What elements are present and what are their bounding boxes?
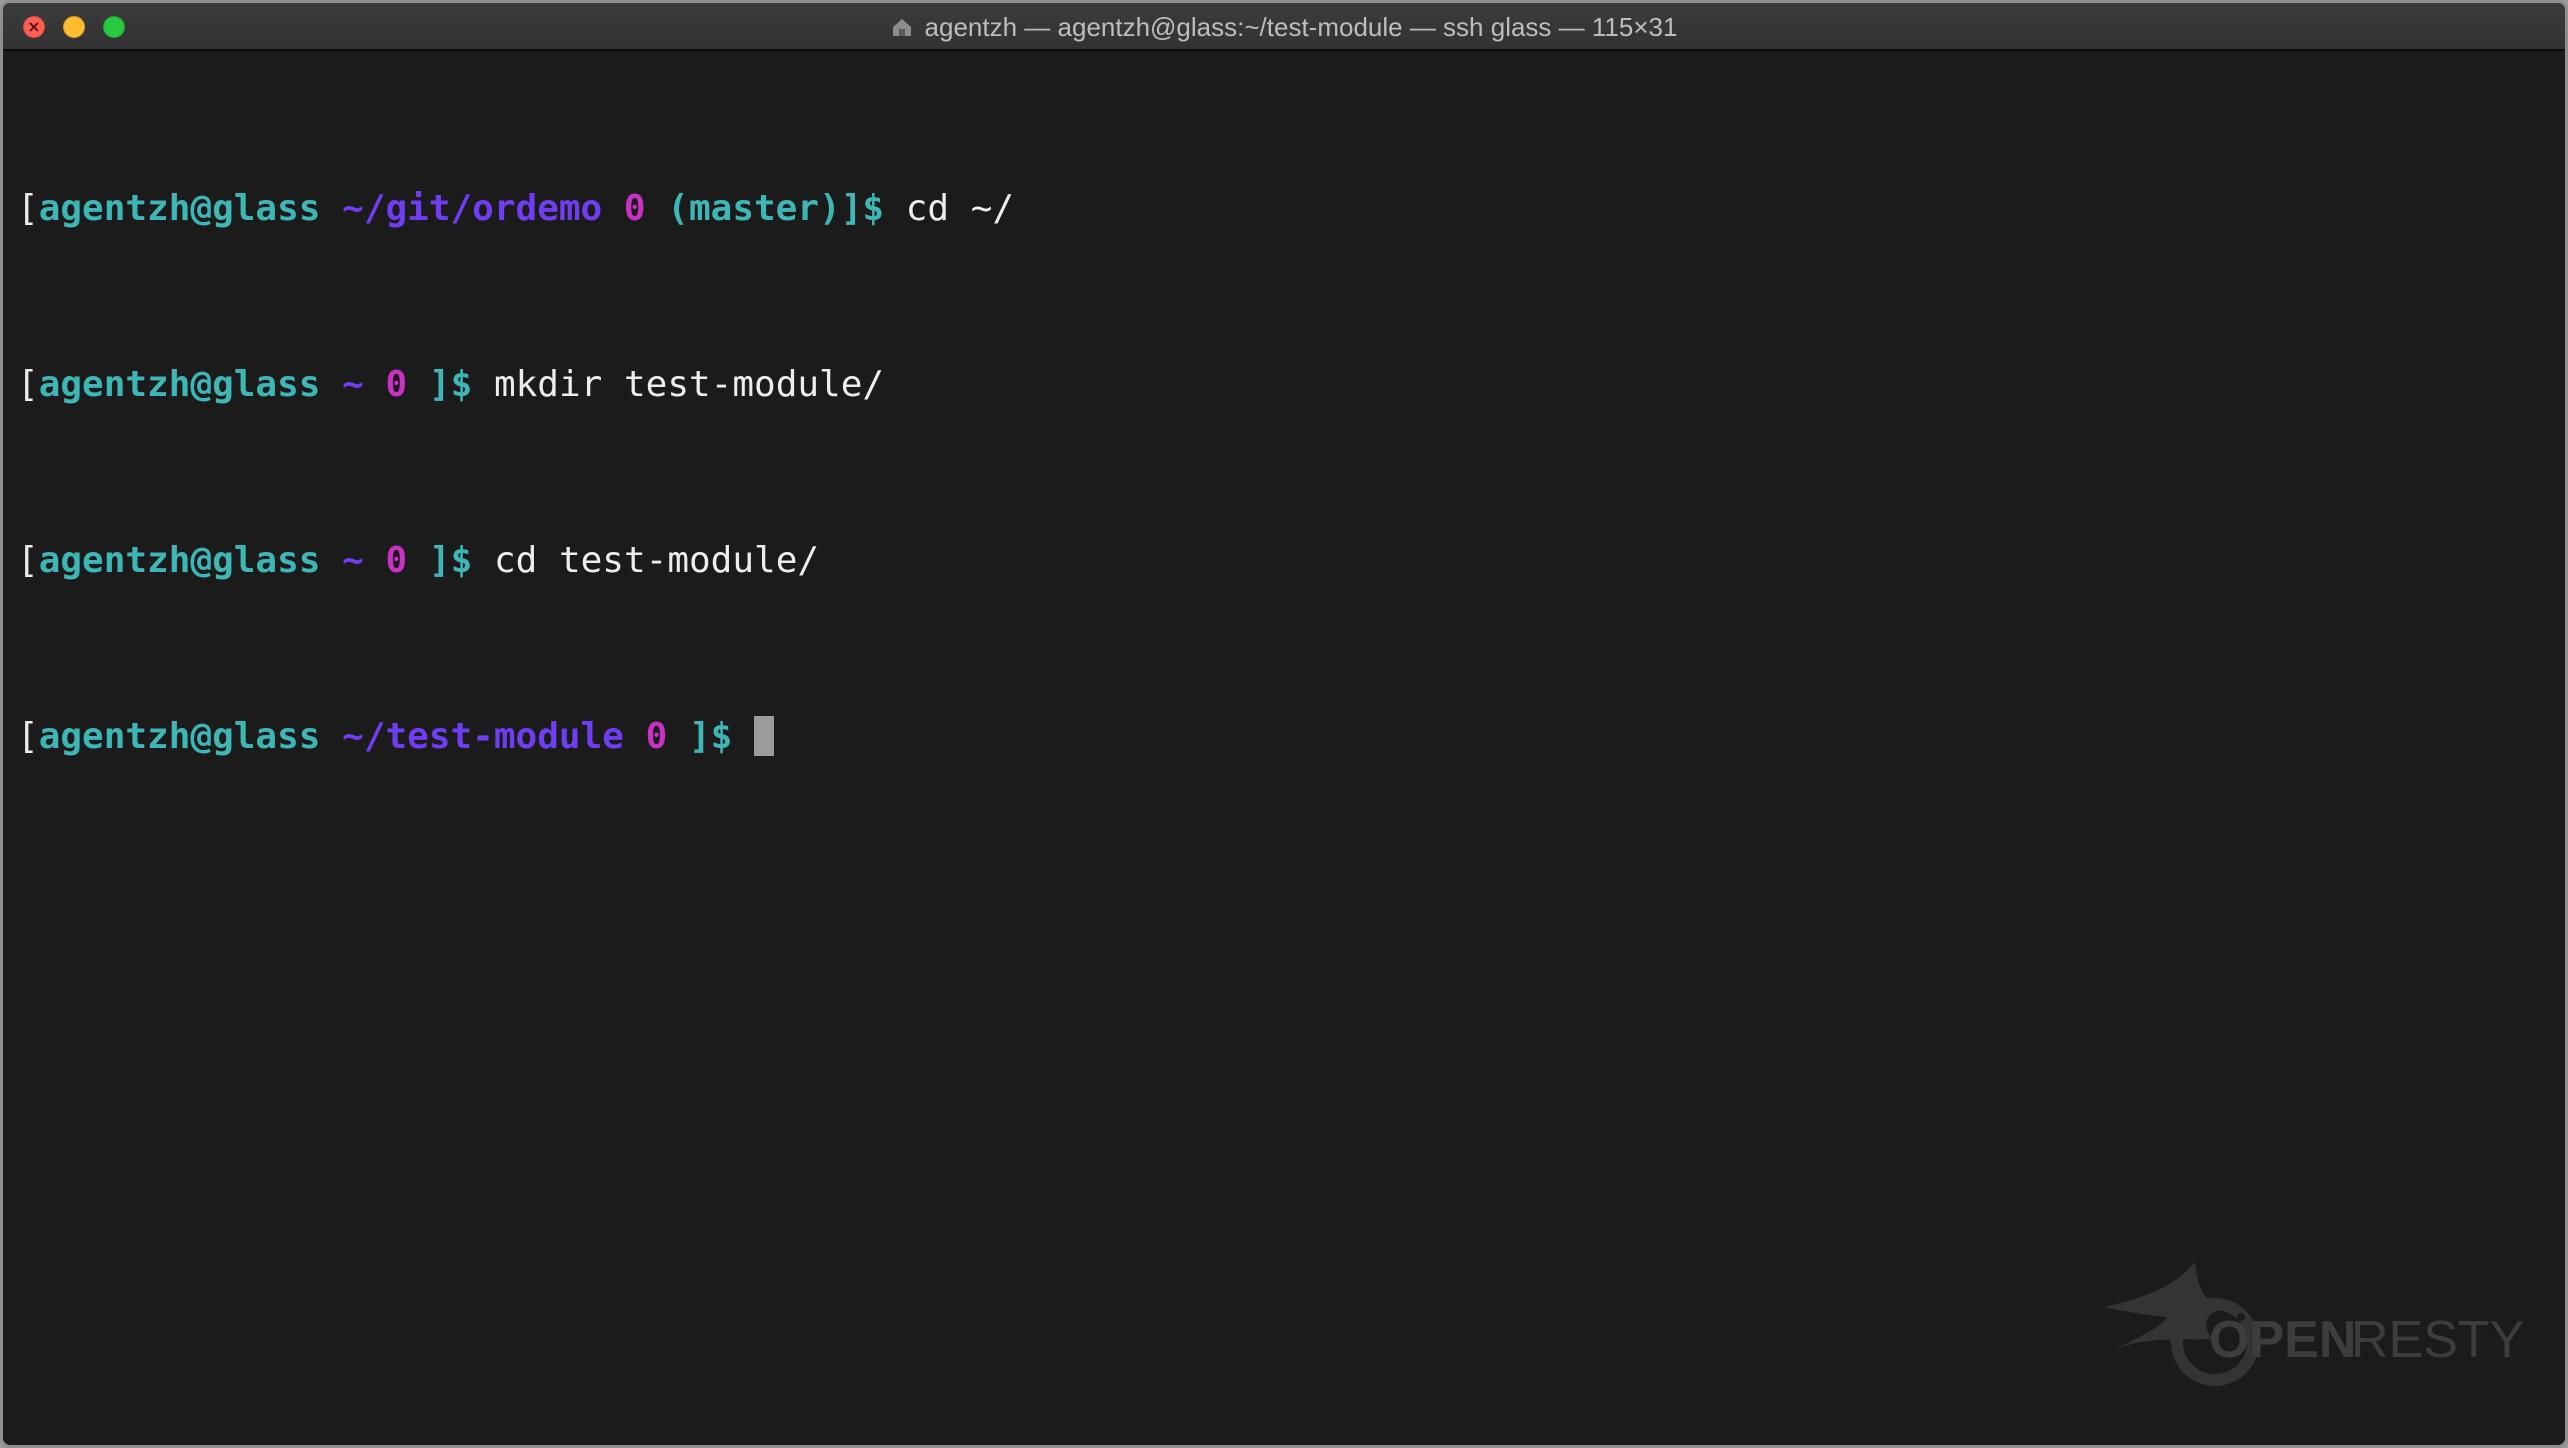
prompt-exit-code: 0 [623,188,646,229]
terminal-cursor[interactable] [754,716,775,756]
terminal-content[interactable]: [agentzh@glass ~/git/ordemo 0 (master)]$… [17,55,2565,1445]
prompt-path: ~ [342,540,364,581]
prompt-open-bracket: [ [17,188,39,229]
prompt-exit-code: 0 [385,364,408,405]
command-text: cd test-module/ [493,540,820,581]
title-bar[interactable]: × agentzh — agentzh@glass:~/test-module … [3,3,2565,51]
window-title: agentzh — agentzh@glass:~/test-module — … [924,11,1678,42]
prompt-open-bracket: [ [17,364,39,405]
command-text: mkdir test-module/ [493,364,885,405]
watermark-open-text: OPEN [2209,1311,2356,1369]
prompt-open-bracket: [ [17,716,39,757]
prompt-open-bracket: [ [17,540,39,581]
prompt-dollar: ]$ [428,364,473,405]
terminal-line: [agentzh@glass ~/git/ordemo 0 (master)]$… [17,187,2565,231]
terminal-line: [agentzh@glass ~/test-module 0 ]$ [17,715,2565,759]
prompt-user-host: agentzh@glass [38,540,321,581]
prompt-dollar: ]$ [840,188,885,229]
terminal-window: × agentzh — agentzh@glass:~/test-module … [0,0,2568,1448]
window-title-container: agentzh — agentzh@glass:~/test-module — … [3,3,2565,51]
command-text: cd ~/ [905,188,1015,229]
prompt-dollar: ]$ [428,540,473,581]
prompt-git-branch: (master) [667,188,841,229]
prompt-dollar: ]$ [688,716,733,757]
prompt-exit-code: 0 [385,540,408,581]
prompt-user-host: agentzh@glass [38,188,321,229]
prompt-path: ~/git/ordemo [342,188,603,229]
openresty-bird-logo: OPEN RESTY [2105,1262,2524,1386]
prompt-path: ~/test-module [342,716,624,757]
watermark-resty-text: RESTY [2351,1311,2524,1369]
openresty-watermark: OPEN RESTY [2105,1257,2525,1407]
terminal-line: [agentzh@glass ~ 0 ]$ cd test-module/ [17,539,2565,583]
prompt-user-host: agentzh@glass [38,716,321,757]
prompt-user-host: agentzh@glass [38,364,321,405]
prompt-path: ~ [342,364,364,405]
terminal-line: [agentzh@glass ~ 0 ]$ mkdir test-module/ [17,363,2565,407]
home-folder-icon [891,16,913,38]
prompt-exit-code: 0 [645,716,668,757]
